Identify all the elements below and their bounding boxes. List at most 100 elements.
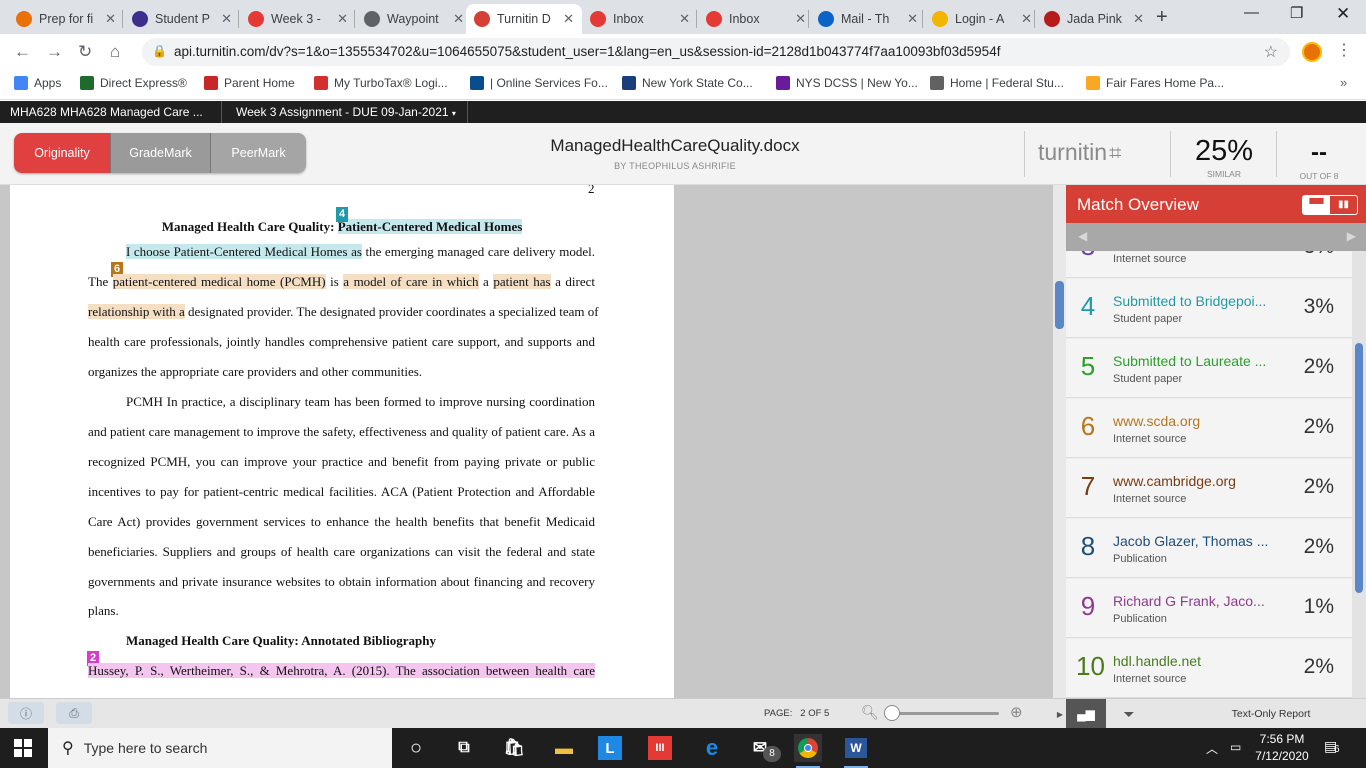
close-tab-icon[interactable]: ✕: [453, 11, 464, 27]
match-highlight-6[interactable]: a model of care in which: [343, 274, 479, 289]
close-tab-icon[interactable]: ✕: [563, 11, 574, 27]
clock[interactable]: 7:56 PM 7/12/2020: [1252, 731, 1312, 765]
tray-overflow-icon[interactable]: ︿: [1206, 740, 1218, 757]
similarity-score[interactable]: 25%: [1184, 135, 1264, 168]
match-highlight-2[interactable]: The association between health care: [395, 663, 595, 678]
browser-tab[interactable]: Login - A ✕: [924, 4, 1040, 34]
print-icon[interactable]: ⎙: [56, 702, 92, 724]
assignment-dropdown[interactable]: Week 3 Assignment - DUE 09-Jan-2021 ▾: [222, 101, 468, 123]
edge-icon[interactable]: e: [698, 734, 726, 762]
bookmark-item[interactable]: Fair Fares Home Pa...: [1086, 76, 1224, 90]
match-item[interactable]: 9 Richard G Frank, Jaco... Publication 1%: [1066, 579, 1352, 638]
close-tab-icon[interactable]: ✕: [1133, 11, 1144, 27]
next-match-icon[interactable]: ▶: [1347, 229, 1356, 243]
match-item[interactable]: 5 Submitted to Laureate ... Student paper 2…: [1066, 339, 1352, 398]
new-tab-button[interactable]: +: [1156, 6, 1168, 29]
close-tab-icon[interactable]: ✕: [221, 11, 232, 27]
lingo-app-icon[interactable]: L: [598, 736, 622, 760]
match-item[interactable]: 4 Submitted to Bridgepoi... Student paper 3…: [1066, 279, 1352, 338]
close-tab-icon[interactable]: ✕: [679, 11, 690, 27]
home-button[interactable]: ⌂: [110, 42, 120, 62]
network-icon[interactable]: ▭: [1230, 740, 1241, 754]
collapse-panel-icon[interactable]: ▶: [1055, 699, 1065, 729]
scroll-thumb[interactable]: [1355, 343, 1363, 593]
match-highlight-2[interactable]: Hussey, P. S., Wertheimer, S., & Mehrotr…: [88, 663, 396, 678]
browser-tab[interactable]: Week 3 - ✕: [240, 4, 356, 34]
match-item[interactable]: 10 hdl.handle.net Internet source 2%: [1066, 639, 1352, 698]
file-explorer-icon[interactable]: ▬: [550, 734, 578, 762]
match-marker-4[interactable]: 4: [336, 207, 348, 222]
bar-chart-view-icon[interactable]: ▮▮: [1330, 196, 1357, 214]
zoom-in-icon[interactable]: ⊕: [1010, 703, 1023, 721]
match-highlight-4[interactable]: Patient-Centered Medical Homes: [337, 219, 523, 234]
bookmark-item[interactable]: Direct Express®: [80, 76, 187, 90]
browser-tab[interactable]: Waypoint ✕: [356, 4, 472, 34]
match-highlight-6[interactable]: patient has: [493, 274, 551, 289]
taskbar-search[interactable]: ⚲ Type here to search: [48, 728, 392, 768]
bibliography-heading: Managed Health Care Quality: Annotated B…: [126, 633, 436, 648]
info-icon[interactable]: ⓘ: [8, 702, 44, 724]
match-overview-tab-icon[interactable]: ▄▆: [1066, 699, 1106, 729]
close-window-button[interactable]: ✕: [1336, 4, 1350, 24]
originality-button[interactable]: Originality: [14, 133, 110, 173]
address-bar[interactable]: 🔒 api.turnitin.com/dv?s=1&o=1355534702&u…: [142, 38, 1290, 66]
zoom-out-icon[interactable]: 🔍︎: [861, 704, 879, 721]
match-item[interactable]: 3 Internet source 3%: [1066, 251, 1352, 278]
red-app-icon[interactable]: III: [648, 736, 672, 760]
list-view-icon[interactable]: ▀▀: [1303, 196, 1330, 214]
cortana-icon[interactable]: ○: [402, 734, 430, 762]
browser-tab[interactable]: Inbox ✕: [698, 4, 814, 34]
close-tab-icon[interactable]: ✕: [795, 11, 806, 27]
course-title[interactable]: MHA628 MHA628 Managed Care ...: [0, 101, 222, 123]
match-highlight-4[interactable]: I choose Patient-Centered Medical Homes …: [126, 244, 362, 259]
match-source: Richard G Frank, Jaco...: [1113, 593, 1265, 609]
profile-avatar[interactable]: [1302, 42, 1322, 62]
bookmark-item[interactable]: | Online Services Fo...: [470, 76, 608, 90]
filter-icon[interactable]: ⏷: [1110, 699, 1148, 729]
word-icon[interactable]: W: [842, 734, 870, 768]
browser-tab[interactable]: Prep for fi ✕: [8, 4, 124, 34]
chrome-icon[interactable]: [794, 734, 822, 768]
scroll-thumb[interactable]: [1055, 281, 1064, 329]
back-button[interactable]: ←: [14, 42, 31, 62]
maximize-button[interactable]: ❐: [1290, 4, 1303, 22]
match-item[interactable]: 7 www.cambridge.org Internet source 2%: [1066, 459, 1352, 518]
forward-button[interactable]: →: [46, 42, 63, 62]
browser-tab[interactable]: Mail - Th ✕: [810, 4, 926, 34]
browser-tab[interactable]: Inbox ✕: [582, 4, 698, 34]
zoom-slider[interactable]: [889, 712, 999, 715]
bookmark-item[interactable]: Parent Home: [204, 76, 295, 90]
browser-tab[interactable]: Student P ✕: [124, 4, 240, 34]
store-icon[interactable]: 🛍︎: [500, 734, 528, 762]
task-view-icon[interactable]: ⧉: [450, 734, 478, 762]
browser-menu-icon[interactable]: ⋮: [1336, 40, 1352, 60]
match-item[interactable]: 8 Jacob Glazer, Thomas ... Publication 2%: [1066, 519, 1352, 578]
bookmark-item[interactable]: NYS DCSS | New Yo...: [776, 76, 918, 90]
match-highlight-6[interactable]: patient-centered medical home (PCMH): [112, 274, 326, 289]
document-scrollbar[interactable]: [1053, 185, 1066, 698]
previous-match-icon[interactable]: ◀: [1078, 229, 1087, 243]
match-list-scrollbar[interactable]: [1352, 251, 1366, 698]
close-tab-icon[interactable]: ✕: [1021, 11, 1032, 27]
browser-tab[interactable]: Turnitin D ✕: [466, 4, 582, 34]
close-tab-icon[interactable]: ✕: [105, 11, 116, 27]
zoom-slider-handle[interactable]: [884, 705, 900, 721]
more-bookmarks-icon[interactable]: »: [1340, 75, 1347, 90]
bookmark-item[interactable]: My TurboTax® Logi...: [314, 76, 448, 90]
grademark-button[interactable]: GradeMark: [110, 133, 210, 173]
close-tab-icon[interactable]: ✕: [907, 11, 918, 27]
close-tab-icon[interactable]: ✕: [337, 11, 348, 27]
reload-button[interactable]: ↻: [78, 42, 92, 62]
notification-center-icon[interactable]: ▤ 6: [1324, 738, 1344, 758]
match-item[interactable]: 6 www.scda.org Internet source 2%: [1066, 399, 1352, 458]
bookmark-item[interactable]: New York State Co...: [622, 76, 753, 90]
windows-start-icon[interactable]: [14, 739, 32, 757]
peermark-button[interactable]: PeerMark: [210, 133, 306, 173]
text-only-report-button[interactable]: Text-Only Report: [1206, 708, 1336, 720]
minimize-button[interactable]: —: [1244, 4, 1259, 21]
bookmark-star-icon[interactable]: ☆: [1264, 42, 1278, 62]
browser-tab[interactable]: Jada Pink ✕: [1036, 4, 1152, 34]
bookmark-item[interactable]: Home | Federal Stu...: [930, 76, 1064, 90]
bookmark-item[interactable]: Apps: [14, 76, 61, 90]
match-highlight-6[interactable]: relationship with a: [88, 304, 185, 319]
